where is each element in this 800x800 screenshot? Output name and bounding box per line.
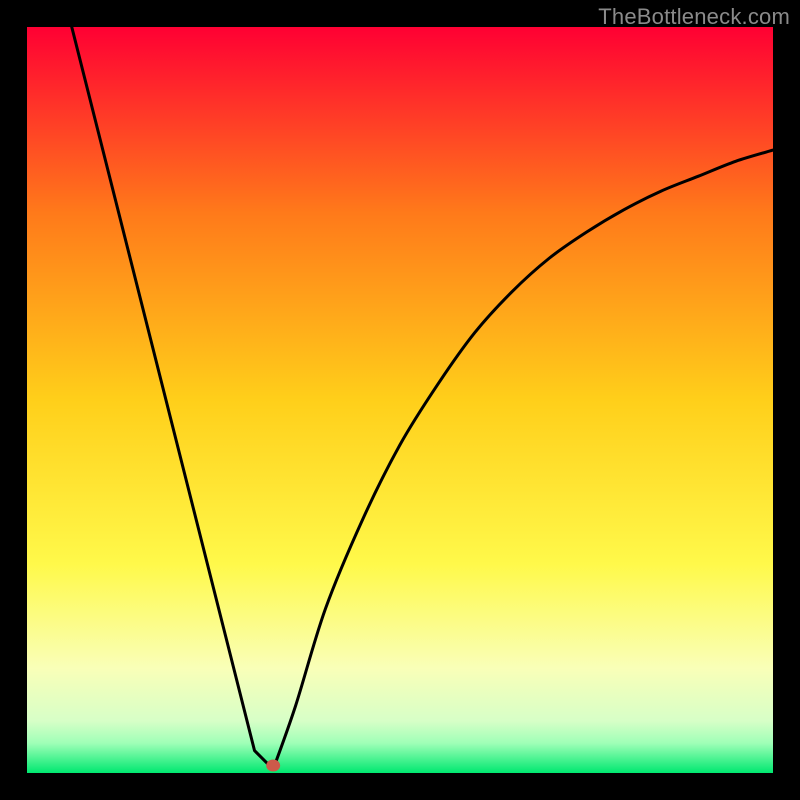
gradient-background	[27, 27, 773, 773]
chart-frame: TheBottleneck.com	[0, 0, 800, 800]
watermark-text: TheBottleneck.com	[598, 4, 790, 30]
bottleneck-curve-chart	[27, 27, 773, 773]
optimal-point-marker	[266, 760, 280, 772]
